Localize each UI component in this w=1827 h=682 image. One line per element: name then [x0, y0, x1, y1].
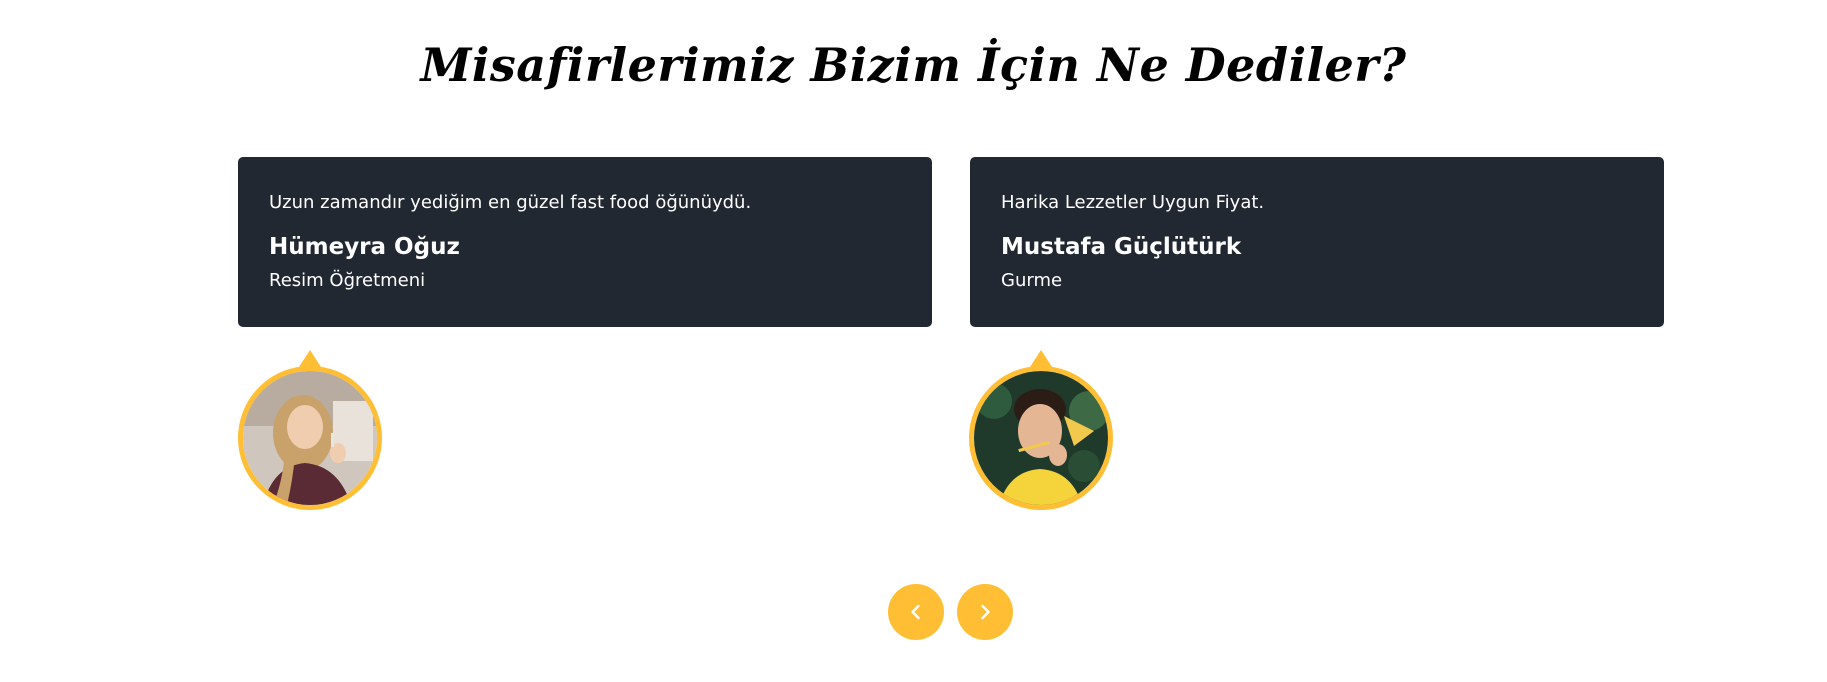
avatar-container: [238, 350, 382, 510]
carousel-prev-button[interactable]: [888, 584, 944, 640]
testimonial-name: Hümeyra Oğuz: [269, 234, 460, 260]
woman-photo-icon: [243, 371, 377, 505]
testimonial-role: Gurme: [1001, 270, 1063, 291]
chevron-left-icon: [911, 604, 920, 620]
chevron-right-icon: [981, 604, 990, 620]
testimonial-card: Harika Lezzetler Uygun Fiyat. Mustafa Gü…: [970, 157, 1664, 327]
man-photo-icon: [974, 371, 1108, 505]
avatar-container: [969, 350, 1113, 510]
carousel-next-button[interactable]: [957, 584, 1013, 640]
testimonial-role: Resim Öğretmeni: [269, 270, 426, 291]
testimonial-quote: Harika Lezzetler Uygun Fiyat.: [1001, 192, 1265, 213]
section-title: Misafirlerimiz Bizim İçin Ne Dediler?: [420, 38, 1407, 92]
testimonial-card: Uzun zamandır yediğim en güzel fast food…: [238, 157, 932, 327]
testimonial-quote: Uzun zamandır yediğim en güzel fast food…: [269, 192, 752, 213]
avatar: [238, 366, 382, 510]
avatar: [969, 366, 1113, 510]
testimonial-section: Misafirlerimiz Bizim İçin Ne Dediler? Uz…: [0, 0, 1827, 682]
testimonial-name: Mustafa Güçlütürk: [1001, 234, 1242, 260]
